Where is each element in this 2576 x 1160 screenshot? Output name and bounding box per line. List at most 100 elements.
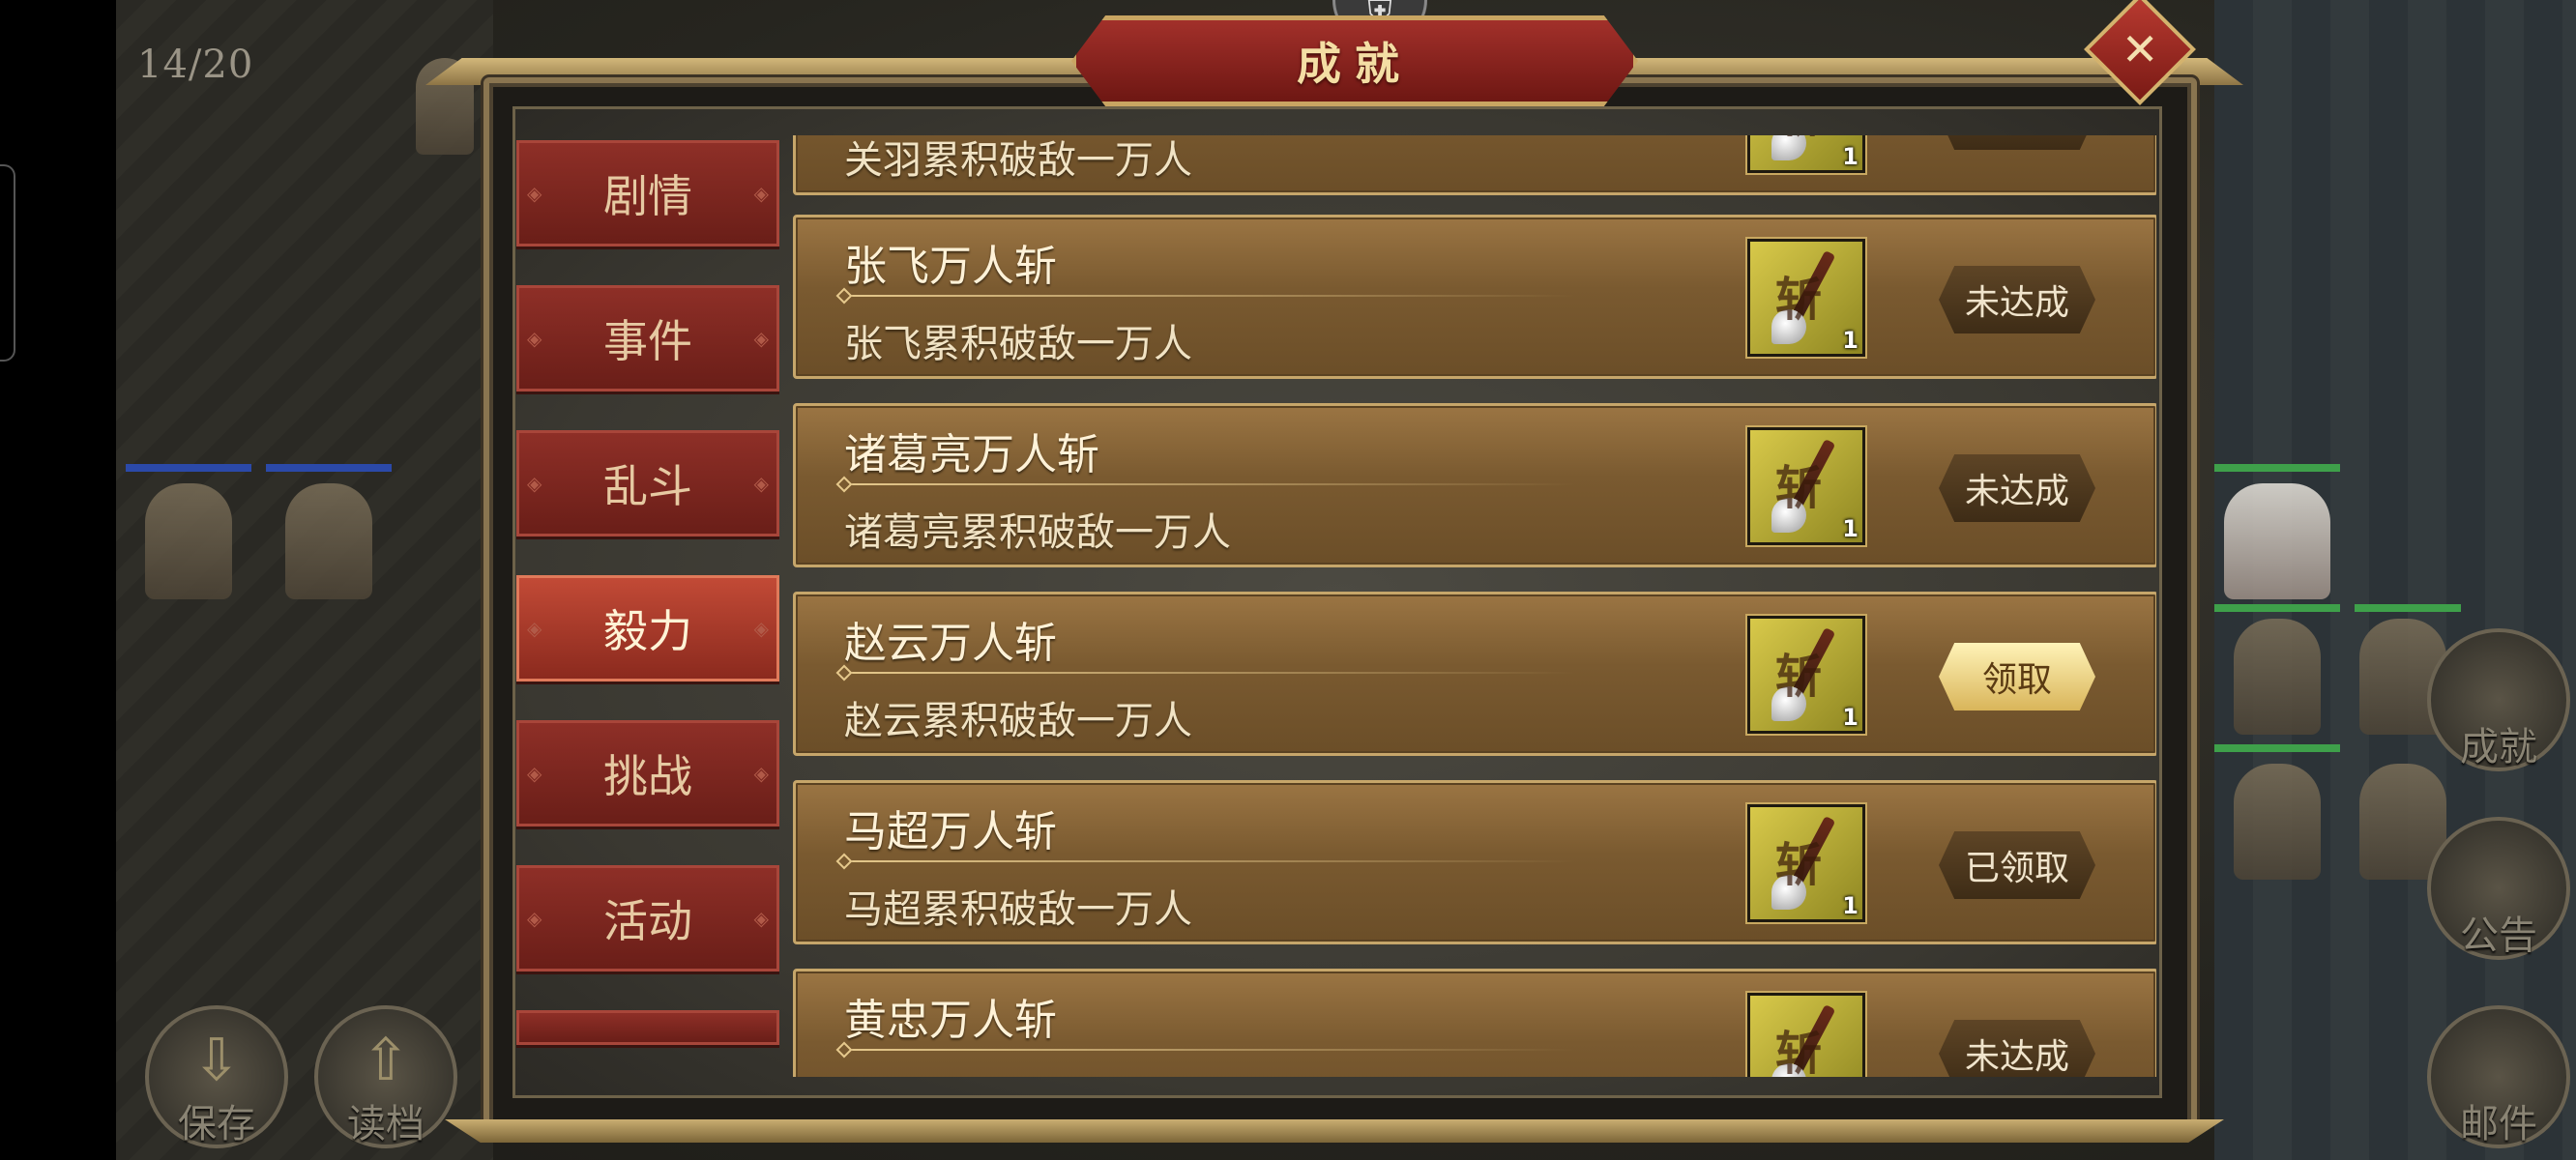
reward-glyph: 斩 bbox=[1775, 1027, 1823, 1077]
unit-hp-bar bbox=[2214, 604, 2340, 612]
achievement-button[interactable]: 成就 bbox=[2427, 628, 2570, 771]
row-divider bbox=[840, 295, 1575, 297]
turn-counter: 14/20 bbox=[137, 43, 254, 87]
unit-sprite[interactable] bbox=[2234, 764, 2321, 880]
sword-scroll-icon[interactable]: 斩1 bbox=[1747, 804, 1865, 922]
category-tab-label: 毅力 bbox=[603, 605, 692, 657]
status-badge: 未达成 bbox=[1939, 135, 2095, 150]
dialog-bottom-rail bbox=[445, 1119, 2224, 1143]
tab-ornament-icon: ◈ bbox=[527, 762, 542, 785]
category-tab[interactable]: ◈ 毅力 ◈ bbox=[516, 575, 779, 682]
mail-label: 邮件 bbox=[2460, 1102, 2537, 1146]
sword-scroll-icon[interactable]: 斩1 bbox=[1747, 427, 1865, 545]
achievement-name: 黄忠万人斩 bbox=[844, 996, 1057, 1045]
row-divider bbox=[840, 1049, 1575, 1051]
row-divider bbox=[840, 483, 1575, 485]
achievement-dialog: ⛨ 成就 ✕ ◈剧情◈◈事件◈◈乱斗◈◈毅力◈◈挑战◈◈活动◈ 关羽万人斩关羽累… bbox=[425, 0, 2243, 1143]
achievement-row: 诸葛亮万人斩诸葛亮累积破敌一万人 斩 1 未达成 bbox=[793, 403, 2156, 567]
unit-sprite[interactable] bbox=[285, 483, 372, 599]
category-tab[interactable]: ◈ 活动 ◈ bbox=[516, 865, 779, 972]
save-button[interactable]: ⇩ 保存 bbox=[145, 1005, 288, 1148]
load-arrow-icon: ⇧ bbox=[361, 1027, 411, 1094]
reward-count: 1 bbox=[1842, 327, 1859, 354]
tab-ornament-icon: ◈ bbox=[527, 182, 542, 205]
category-tab-label: 挑战 bbox=[603, 750, 692, 802]
status-badge: 已领取 bbox=[1939, 831, 2095, 899]
category-tab[interactable]: ◈ 事件 ◈ bbox=[516, 285, 779, 392]
unit-sprite[interactable] bbox=[2234, 619, 2321, 735]
category-tab-label: 活动 bbox=[603, 895, 692, 947]
reward-count: 1 bbox=[1842, 704, 1859, 731]
achievement-row: 赵云万人斩赵云累积破敌一万人 斩 1 领取 bbox=[793, 592, 2156, 756]
reward-glyph: 斩 bbox=[1775, 461, 1823, 515]
tab-ornament-icon: ◈ bbox=[753, 472, 769, 495]
system-edge-handle[interactable] bbox=[0, 164, 15, 362]
reward-glyph: 斩 bbox=[1775, 838, 1823, 892]
achievement-list[interactable]: 关羽万人斩关羽累积破敌一万人斩1未达成张飞万人斩张飞累积破敌一万人斩1未达成诸葛… bbox=[793, 135, 2156, 1077]
tab-ornament-icon: ◈ bbox=[527, 617, 542, 640]
reward-glyph: 斩 bbox=[1775, 650, 1823, 704]
achievement-label: 成就 bbox=[2460, 725, 2537, 769]
notice-button[interactable]: 公告 bbox=[2427, 817, 2570, 960]
row-divider bbox=[840, 860, 1575, 862]
tab-ornament-icon: ◈ bbox=[753, 182, 769, 205]
save-label: 保存 bbox=[178, 1102, 255, 1146]
title-banner: 成就 bbox=[1071, 15, 1638, 106]
sword-scroll-icon[interactable]: 斩1 bbox=[1747, 993, 1865, 1077]
sword-scroll-icon[interactable]: 斩1 bbox=[1747, 239, 1865, 357]
dialog-title: 成就 bbox=[1297, 38, 1413, 90]
claim-button[interactable]: 领取 bbox=[1939, 643, 2095, 710]
category-tab[interactable]: ◈ 乱斗 ◈ bbox=[516, 430, 779, 536]
tab-ornament-icon: ◈ bbox=[753, 907, 769, 930]
sword-scroll-icon[interactable]: 斩1 bbox=[1747, 616, 1865, 734]
notice-label: 公告 bbox=[2460, 914, 2537, 958]
tab-ornament-icon: ◈ bbox=[753, 617, 769, 640]
category-tab-label: 剧情 bbox=[603, 170, 692, 222]
achievement-name: 赵云万人斩 bbox=[844, 619, 1057, 668]
sword-scroll-icon[interactable]: 斩1 bbox=[1747, 135, 1865, 173]
unit-hp-bar bbox=[2355, 604, 2461, 612]
achievement-name: 马超万人斩 bbox=[844, 807, 1057, 856]
achievement-name: 张飞万人斩 bbox=[844, 242, 1057, 291]
unit-hp-bar bbox=[2214, 744, 2340, 752]
reward-count: 1 bbox=[1842, 143, 1859, 170]
achievement-description: 诸葛亮累积破敌一万人 bbox=[844, 510, 1231, 555]
unit-sprite[interactable] bbox=[145, 483, 232, 599]
achievement-description: 马超累积破敌一万人 bbox=[844, 887, 1192, 932]
close-x-icon: ✕ bbox=[2121, 22, 2159, 75]
achievement-row: 马超万人斩马超累积破敌一万人 斩 1 已领取 bbox=[793, 780, 2156, 944]
category-tab[interactable] bbox=[516, 1010, 779, 1045]
tab-ornament-icon: ◈ bbox=[527, 472, 542, 495]
achievement-row: 张飞万人斩张飞累积破敌一万人 斩 1 未达成 bbox=[793, 215, 2156, 379]
row-divider bbox=[840, 672, 1575, 674]
achievement-description: 关羽累积破敌一万人 bbox=[844, 138, 1192, 183]
save-arrow-icon: ⇩ bbox=[191, 1027, 242, 1094]
unit-hp-bar bbox=[126, 464, 251, 472]
status-badge: 未达成 bbox=[1939, 454, 2095, 522]
reward-glyph: 斩 bbox=[1775, 135, 1822, 145]
tab-ornament-icon: ◈ bbox=[527, 327, 542, 350]
tab-ornament-icon: ◈ bbox=[527, 907, 542, 930]
enemy-general-sprite[interactable] bbox=[2224, 483, 2330, 599]
status-badge: 未达成 bbox=[1939, 1020, 2095, 1077]
reward-count: 1 bbox=[1842, 515, 1859, 542]
mail-button[interactable]: 邮件 bbox=[2427, 1005, 2570, 1148]
load-button[interactable]: ⇧ 读档 bbox=[314, 1005, 457, 1148]
tab-ornament-icon: ◈ bbox=[753, 327, 769, 350]
category-tab-label: 事件 bbox=[603, 315, 692, 367]
reward-count: 1 bbox=[1842, 892, 1859, 919]
tab-ornament-icon: ◈ bbox=[753, 762, 769, 785]
status-badge: 未达成 bbox=[1939, 266, 2095, 334]
category-tab-label: 乱斗 bbox=[603, 460, 692, 512]
load-label: 读档 bbox=[347, 1102, 424, 1146]
reward-glyph: 斩 bbox=[1775, 273, 1823, 327]
achievement-description: 赵云累积破敌一万人 bbox=[844, 699, 1192, 743]
unit-hp-bar bbox=[2214, 464, 2340, 472]
achievement-row: 黄忠万人斩 斩1 未达成 bbox=[793, 969, 2156, 1077]
achievement-row: 关羽万人斩关羽累积破敌一万人斩1未达成 bbox=[793, 135, 2156, 195]
achievement-name: 诸葛亮万人斩 bbox=[844, 430, 1099, 479]
achievement-description: 张飞累积破敌一万人 bbox=[844, 322, 1192, 366]
unit-hp-bar bbox=[266, 464, 392, 472]
category-tab[interactable]: ◈ 剧情 ◈ bbox=[516, 140, 779, 246]
category-tab[interactable]: ◈ 挑战 ◈ bbox=[516, 720, 779, 826]
